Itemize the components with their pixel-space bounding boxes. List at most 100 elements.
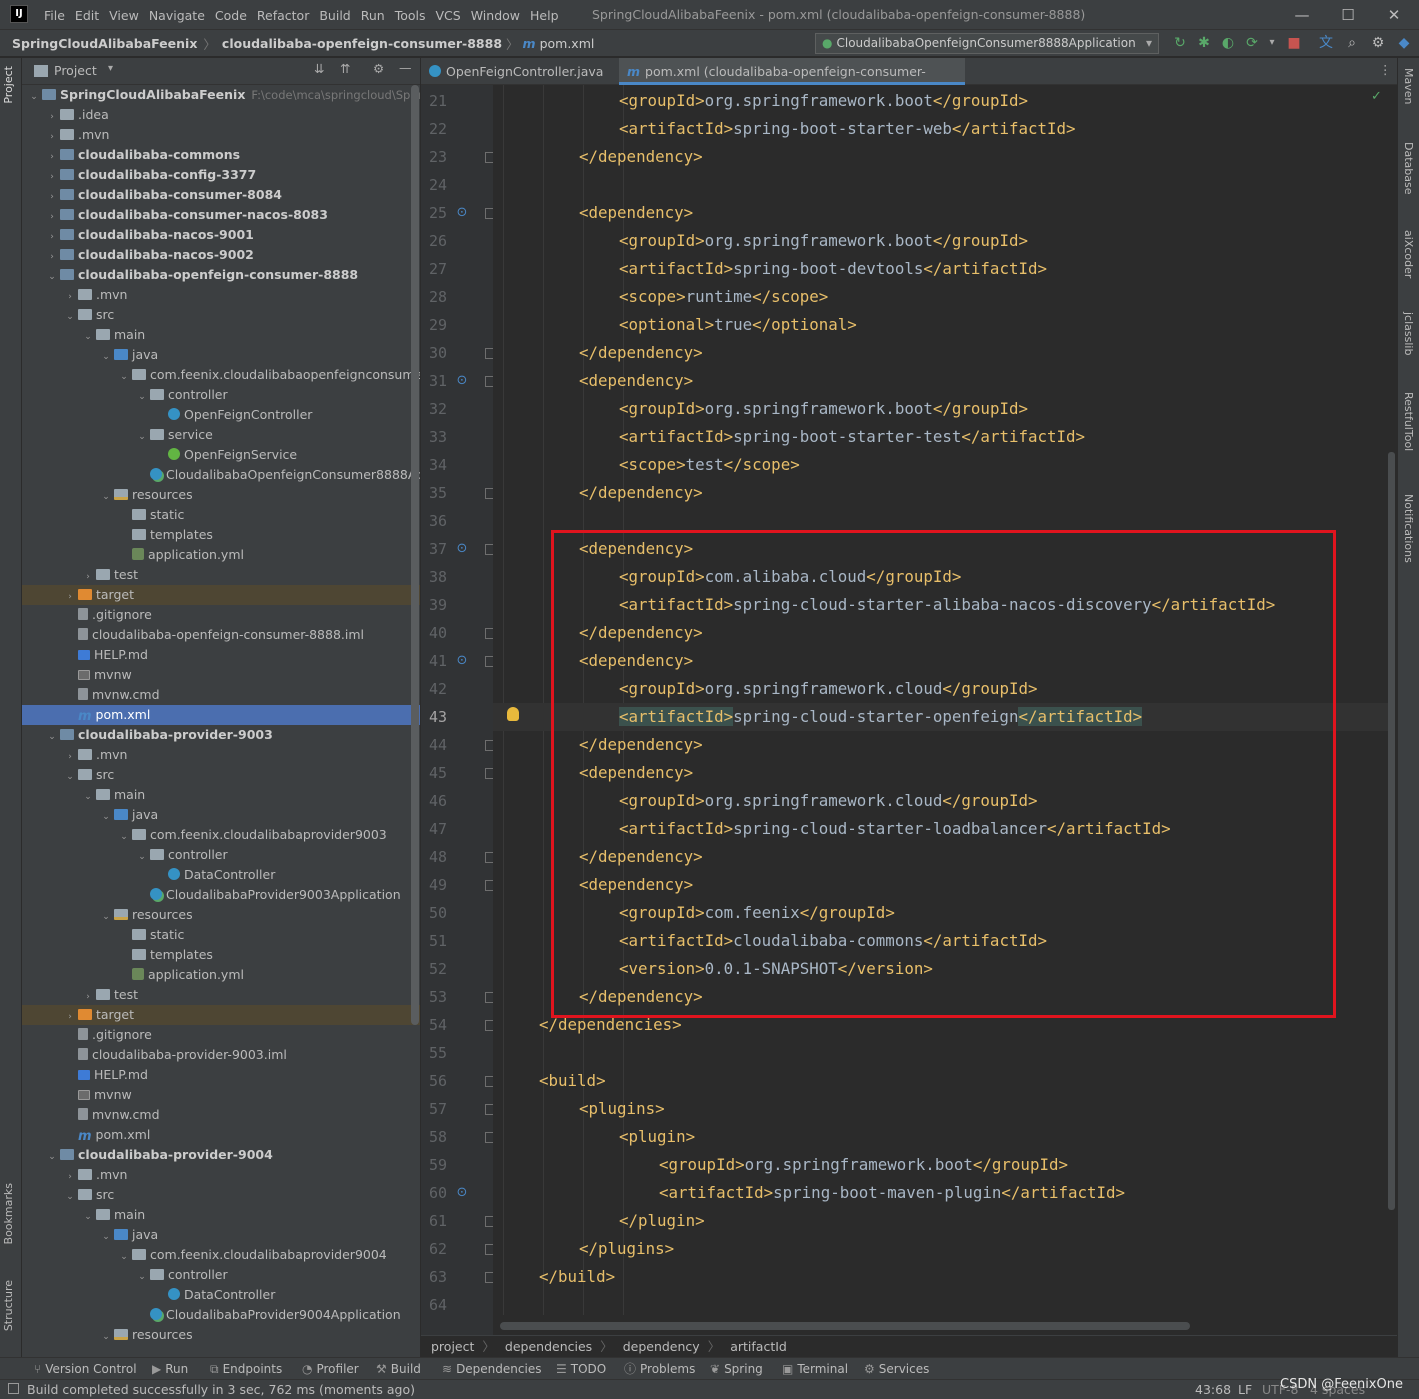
expanded-arrow-icon[interactable]: ⌄ [100, 1227, 112, 1247]
collapsed-arrow-icon[interactable]: › [46, 207, 58, 227]
line-number[interactable]: 60 [421, 1179, 447, 1207]
tree-item[interactable]: CloudalibabaOpenfeignConsumer8888App [22, 465, 420, 485]
tree-item[interactable]: ⌄ main [22, 325, 420, 345]
structure-tool-tab[interactable]: Structure [2, 1280, 15, 1331]
line-number[interactable]: 49 [421, 871, 447, 899]
tree-item[interactable]: mvnw [22, 665, 420, 685]
line-number[interactable]: 34 [421, 451, 447, 479]
tree-item[interactable]: CloudalibabaProvider9003Application [22, 885, 420, 905]
line-number[interactable]: 38 [421, 563, 447, 591]
more-tabs-icon[interactable]: ⋮ [1379, 62, 1392, 77]
minimize-button[interactable]: — [1279, 0, 1325, 30]
tree-item[interactable]: ⌄ resources [22, 1325, 420, 1345]
expanded-arrow-icon[interactable]: ⌄ [100, 907, 112, 927]
menu-help[interactable]: Help [530, 8, 559, 23]
dependency-marker-icon[interactable]: ⊙ [454, 205, 470, 221]
line-number[interactable]: 50 [421, 899, 447, 927]
tree-item[interactable]: › .mvn [22, 125, 420, 145]
tree-item[interactable]: ⌄ main [22, 785, 420, 805]
tree-item[interactable]: › cloudalibaba-consumer-nacos-8083 [22, 205, 420, 225]
tree-item[interactable]: ⌄ resources [22, 905, 420, 925]
expanded-arrow-icon[interactable]: ⌄ [46, 1147, 58, 1167]
tree-item[interactable]: m pom.xml [22, 705, 420, 725]
expanded-arrow-icon[interactable]: ⌄ [82, 787, 94, 807]
line-number[interactable]: 52 [421, 955, 447, 983]
toolwindow-spring[interactable]: ❦ Spring [710, 1358, 763, 1380]
tree-item[interactable]: ⌄ SpringCloudAlibabaFeenix F:\code\mca\spr… [22, 85, 420, 105]
line-number[interactable]: 40 [421, 619, 447, 647]
collapsed-arrow-icon[interactable]: › [46, 147, 58, 167]
editor-scrollbar[interactable] [1388, 452, 1395, 1210]
line-number[interactable]: 48 [421, 843, 447, 871]
line-number[interactable]: 57 [421, 1095, 447, 1123]
rerun-icon[interactable]: ↻ [1169, 31, 1191, 55]
tree-item[interactable]: ⌄ resources [22, 485, 420, 505]
tree-item[interactable]: templates [22, 525, 420, 545]
expanded-arrow-icon[interactable]: ⌄ [46, 267, 58, 287]
toolwindow-profiler[interactable]: ◔ Profiler [302, 1358, 359, 1380]
line-number[interactable]: 27 [421, 255, 447, 283]
expanded-arrow-icon[interactable]: ⌄ [100, 807, 112, 827]
line-number[interactable]: 63 [421, 1263, 447, 1291]
jclasslib-tool-tab[interactable]: jclasslib [1402, 312, 1415, 355]
line-number[interactable]: 47 [421, 815, 447, 843]
tree-item[interactable]: › .mvn [22, 1165, 420, 1185]
line-number[interactable]: 58 [421, 1123, 447, 1151]
tree-item[interactable]: ⌄ src [22, 305, 420, 325]
breadcrumb-item[interactable]: dependencies [505, 1337, 592, 1357]
tree-item[interactable]: › test [22, 565, 420, 585]
maven-tool-tab[interactable]: Maven [1402, 68, 1415, 104]
menu-file[interactable]: File [44, 8, 65, 23]
plugin-icon[interactable]: ◆ [1393, 31, 1415, 55]
tree-item[interactable]: › cloudalibaba-commons [22, 145, 420, 165]
dependency-marker-icon[interactable]: ⊙ [454, 541, 470, 557]
collapsed-arrow-icon[interactable]: › [46, 107, 58, 127]
tree-item[interactable]: mvnw.cmd [22, 1105, 420, 1125]
toolwindow-terminal[interactable]: ▣ Terminal [782, 1358, 848, 1380]
maximize-button[interactable]: ☐ [1325, 0, 1371, 30]
collapsed-arrow-icon[interactable]: › [46, 227, 58, 247]
tree-scrollbar[interactable] [411, 85, 419, 1025]
collapsed-arrow-icon[interactable]: › [82, 567, 94, 587]
inspection-ok-icon[interactable]: ✓ [1371, 89, 1382, 104]
status-message[interactable]: Build completed successfully in 3 sec, 7… [27, 1380, 415, 1399]
toolwindow-run[interactable]: ▶ Run [152, 1358, 188, 1380]
gear-icon[interactable]: ⚙ [1367, 31, 1389, 55]
breadcrumb-item[interactable]: dependency [623, 1337, 700, 1357]
tree-item[interactable]: ⌄ src [22, 765, 420, 785]
line-number[interactable]: 33 [421, 423, 447, 451]
breadcrumb-item[interactable]: project [431, 1337, 474, 1357]
line-number[interactable]: 21 [421, 87, 447, 115]
line-number[interactable]: 44 [421, 731, 447, 759]
line-number[interactable]: 28 [421, 283, 447, 311]
tree-item[interactable]: › target [22, 585, 420, 605]
menu-edit[interactable]: Edit [75, 8, 99, 23]
line-number[interactable]: 39 [421, 591, 447, 619]
tree-item[interactable]: › .mvn [22, 745, 420, 765]
line-number[interactable]: 30 [421, 339, 447, 367]
expanded-arrow-icon[interactable]: ⌄ [28, 87, 40, 107]
project-view-select[interactable]: Project [54, 63, 97, 78]
menu-vcs[interactable]: VCS [436, 8, 461, 23]
line-number[interactable]: 62 [421, 1235, 447, 1263]
tree-item[interactable]: › test [22, 985, 420, 1005]
caret-position[interactable]: 43:68 [1195, 1380, 1231, 1399]
line-number[interactable]: 26 [421, 227, 447, 255]
tree-item[interactable]: › .idea [22, 105, 420, 125]
line-number[interactable]: 24 [421, 171, 447, 199]
line-number[interactable]: 25 [421, 199, 447, 227]
profile-icon[interactable]: ⟳ [1241, 31, 1263, 55]
expanded-arrow-icon[interactable]: ⌄ [64, 307, 76, 327]
tree-item[interactable]: › cloudalibaba-nacos-9002 [22, 245, 420, 265]
menu-navigate[interactable]: Navigate [149, 8, 205, 23]
collapsed-arrow-icon[interactable]: › [64, 287, 76, 307]
editor-horizontal-scrollbar[interactable] [500, 1322, 1190, 1330]
line-number[interactable]: 55 [421, 1039, 447, 1067]
tree-item[interactable]: m pom.xml [22, 1125, 420, 1145]
toolwindow-build[interactable]: ⚒ Build [376, 1358, 421, 1380]
tree-item[interactable]: ⌄ controller [22, 385, 420, 405]
tree-item[interactable]: cloudalibaba-provider-9003.iml [22, 1045, 420, 1065]
toolwindow-problems[interactable]: ⓘ Problems [624, 1358, 695, 1380]
tree-item[interactable]: ⌄ java [22, 345, 420, 365]
tree-item[interactable]: ⌄ java [22, 1225, 420, 1245]
